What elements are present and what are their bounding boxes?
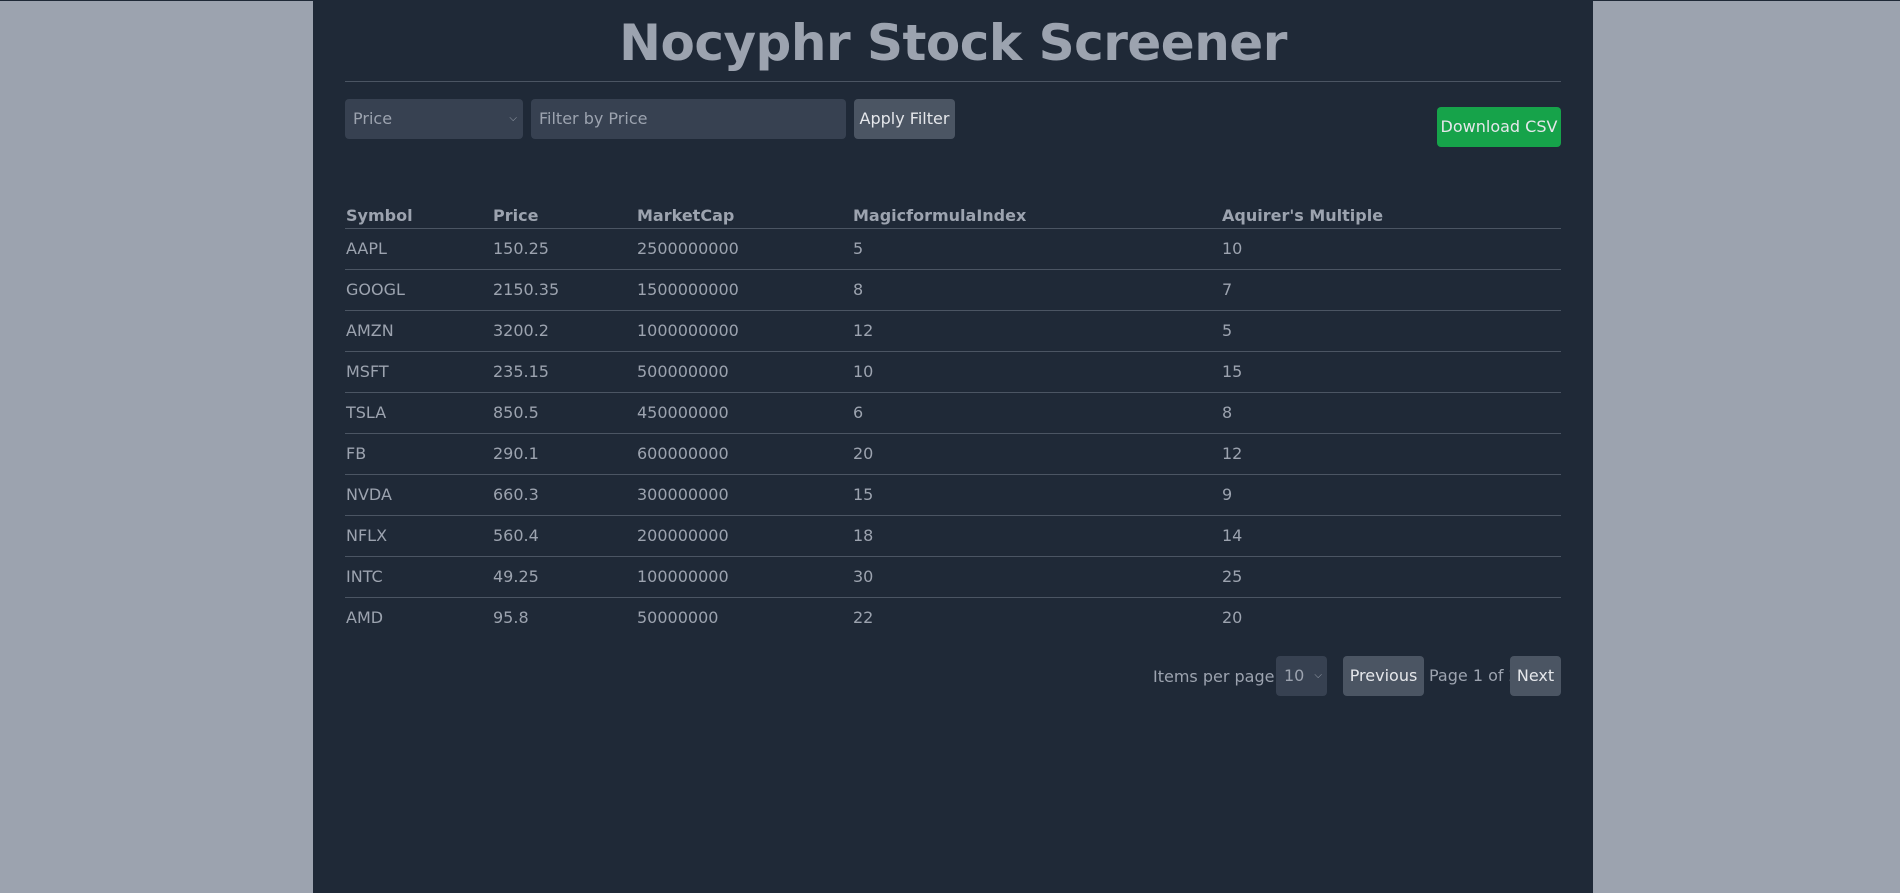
table-row[interactable]: NFLX 560.4 200000000 18 14: [345, 516, 1561, 557]
items-per-page-label: Items per page:: [1153, 667, 1280, 686]
cell-magicformulaindex: 10: [853, 362, 874, 381]
stock-table: Symbol Price MarketCap MagicformulaIndex…: [345, 204, 1561, 638]
cell-price: 850.5: [493, 403, 539, 422]
chevron-down-icon: ⌵: [509, 113, 517, 124]
cell-aquirers-multiple: 5: [1222, 321, 1233, 340]
main-panel: Nocyphr Stock Screener Price ⌵ Filter by…: [313, 1, 1593, 893]
cell-marketcap: 450000000: [637, 403, 729, 422]
table-row[interactable]: INTC 49.25 100000000 30 25: [345, 557, 1561, 598]
download-csv-button[interactable]: Download CSV: [1437, 107, 1561, 147]
cell-symbol: MSFT: [346, 362, 389, 381]
cell-symbol: NVDA: [346, 485, 392, 504]
cell-aquirers-multiple: 10: [1222, 239, 1243, 258]
table-row[interactable]: FB 290.1 600000000 20 12: [345, 434, 1561, 475]
items-per-page-select[interactable]: 10 ⌵: [1276, 656, 1327, 696]
cell-symbol: NFLX: [346, 526, 388, 545]
column-header-aquirers-multiple[interactable]: Aquirer's Multiple: [1222, 204, 1383, 228]
cell-marketcap: 1000000000: [637, 321, 739, 340]
cell-marketcap: 2500000000: [637, 239, 739, 258]
column-header-magicformulaindex[interactable]: MagicformulaIndex: [853, 204, 1026, 228]
table-row[interactable]: GOOGL 2150.35 1500000000 8 7: [345, 270, 1561, 311]
filter-field-select[interactable]: Price ⌵: [345, 99, 523, 139]
column-header-symbol[interactable]: Symbol: [346, 204, 413, 228]
cell-price: 49.25: [493, 567, 539, 586]
next-page-button[interactable]: Next: [1510, 656, 1561, 696]
chevron-down-icon: ⌵: [1314, 670, 1322, 681]
cell-price: 290.1: [493, 444, 539, 463]
cell-symbol: INTC: [346, 567, 383, 586]
table-body: AAPL 150.25 2500000000 5 10 GOOGL 2150.35 15000…: [345, 229, 1561, 638]
cell-price: 95.8: [493, 608, 529, 627]
table-header-row: Symbol Price MarketCap MagicformulaIndex…: [345, 204, 1561, 229]
cell-magicformulaindex: 20: [853, 444, 874, 463]
cell-marketcap: 500000000: [637, 362, 729, 381]
column-header-price[interactable]: Price: [493, 204, 538, 228]
cell-magicformulaindex: 15: [853, 485, 874, 504]
cell-symbol: AAPL: [346, 239, 387, 258]
table-row[interactable]: AMZN 3200.2 1000000000 12 5: [345, 311, 1561, 352]
column-header-marketcap[interactable]: MarketCap: [637, 204, 734, 228]
table-row[interactable]: TSLA 850.5 450000000 6 8: [345, 393, 1561, 434]
cell-symbol: TSLA: [346, 403, 387, 422]
table-row[interactable]: AAPL 150.25 2500000000 5 10: [345, 229, 1561, 270]
filter-field-value: Price: [353, 109, 393, 128]
table-row[interactable]: NVDA 660.3 300000000 15 9: [345, 475, 1561, 516]
cell-marketcap: 50000000: [637, 608, 719, 627]
cell-magicformulaindex: 22: [853, 608, 874, 627]
cell-price: 560.4: [493, 526, 539, 545]
items-per-page-value: 10: [1284, 666, 1305, 685]
cell-aquirers-multiple: 12: [1222, 444, 1243, 463]
cell-magicformulaindex: 30: [853, 567, 874, 586]
cell-aquirers-multiple: 25: [1222, 567, 1243, 586]
cell-aquirers-multiple: 9: [1222, 485, 1233, 504]
cell-aquirers-multiple: 8: [1222, 403, 1233, 422]
cell-marketcap: 1500000000: [637, 280, 739, 299]
cell-symbol: AMZN: [346, 321, 394, 340]
cell-marketcap: 300000000: [637, 485, 729, 504]
cell-price: 2150.35: [493, 280, 560, 299]
cell-magicformulaindex: 6: [853, 403, 864, 422]
previous-page-button[interactable]: Previous: [1343, 656, 1424, 696]
cell-magicformulaindex: 12: [853, 321, 874, 340]
cell-symbol: FB: [346, 444, 367, 463]
cell-symbol: AMD: [346, 608, 384, 627]
table-row[interactable]: AMD 95.8 50000000 22 20: [345, 598, 1561, 638]
cell-symbol: GOOGL: [346, 280, 405, 299]
cell-magicformulaindex: 8: [853, 280, 864, 299]
table-row[interactable]: MSFT 235.15 500000000 10 15: [345, 352, 1561, 393]
title-divider: [345, 81, 1561, 82]
page-title: Nocyphr Stock Screener: [619, 14, 1287, 72]
page-indicator: Page 1 of 2: [1429, 666, 1519, 685]
cell-price: 660.3: [493, 485, 539, 504]
cell-price: 235.15: [493, 362, 549, 381]
cell-marketcap: 100000000: [637, 567, 729, 586]
cell-aquirers-multiple: 15: [1222, 362, 1243, 381]
cell-price: 150.25: [493, 239, 549, 258]
cell-marketcap: 200000000: [637, 526, 729, 545]
cell-magicformulaindex: 18: [853, 526, 874, 545]
apply-filter-button[interactable]: Apply Filter: [854, 99, 955, 139]
cell-price: 3200.2: [493, 321, 549, 340]
filter-input-placeholder: Filter by Price: [539, 109, 648, 128]
filter-input[interactable]: Filter by Price: [531, 99, 846, 139]
cell-aquirers-multiple: 14: [1222, 526, 1243, 545]
cell-magicformulaindex: 5: [853, 239, 864, 258]
cell-aquirers-multiple: 7: [1222, 280, 1233, 299]
cell-aquirers-multiple: 20: [1222, 608, 1243, 627]
cell-marketcap: 600000000: [637, 444, 729, 463]
